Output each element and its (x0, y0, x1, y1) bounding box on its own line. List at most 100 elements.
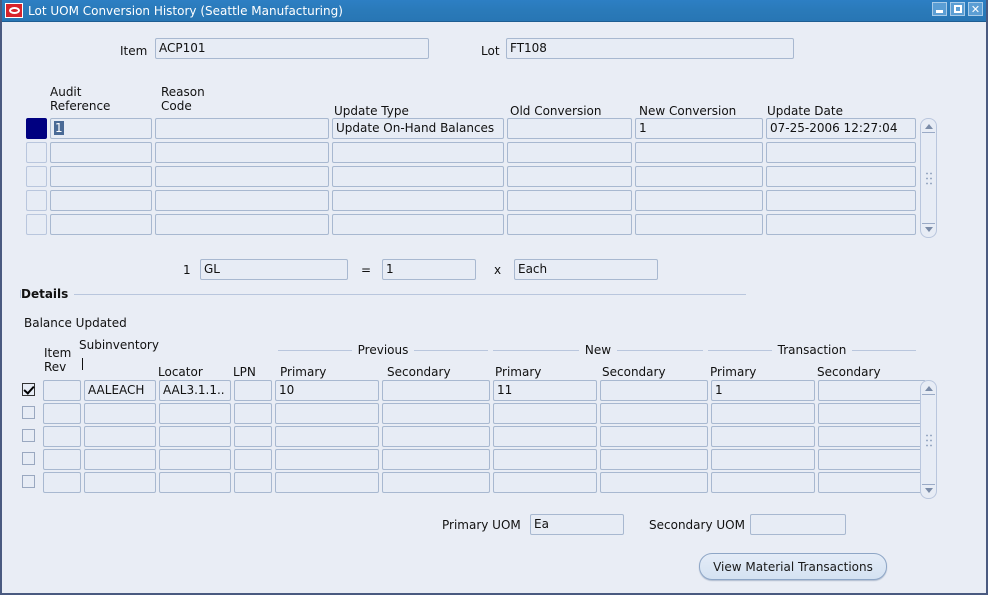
details-cell-locator[interactable] (159, 472, 231, 493)
history-cell-update-date[interactable] (766, 142, 916, 163)
details-cell-transaction-primary[interactable] (711, 426, 815, 447)
history-cell-old-conversion[interactable] (507, 190, 632, 211)
scroll-thumb-grip-icon[interactable] (925, 171, 932, 185)
history-cell-update-type[interactable] (332, 166, 504, 187)
history-cell-update-date[interactable]: 07-25-2006 12:27:04 (766, 118, 916, 139)
secondary-uom-field[interactable] (750, 514, 846, 535)
close-icon[interactable]: ✕ (968, 2, 983, 16)
record-indicator[interactable] (26, 166, 47, 187)
details-cell-previous-secondary[interactable] (382, 426, 490, 447)
details-cell-transaction-primary[interactable] (711, 472, 815, 493)
details-cell-item-rev[interactable] (43, 449, 81, 470)
details-cell-new-secondary[interactable] (600, 403, 708, 424)
history-row[interactable] (26, 166, 919, 190)
history-cell-audit-reference[interactable] (50, 214, 152, 235)
history-row[interactable]: 1 Update On-Hand Balances 1 07-25-2006 12:2… (26, 118, 919, 142)
details-row[interactable] (20, 426, 929, 449)
details-row[interactable] (20, 449, 929, 472)
scroll-thumb-grip-icon[interactable] (925, 432, 932, 447)
history-cell-reason-code[interactable] (155, 214, 329, 235)
details-cell-transaction-primary[interactable]: 1 (711, 380, 815, 401)
history-cell-update-type[interactable] (332, 142, 504, 163)
details-cell-previous-secondary[interactable] (382, 403, 490, 424)
conversion-quantity-field[interactable]: 1 (382, 259, 476, 280)
history-scroll-track[interactable] (922, 132, 935, 224)
history-cell-audit-reference[interactable] (50, 166, 152, 187)
history-cell-reason-code[interactable] (155, 190, 329, 211)
history-row[interactable] (26, 214, 919, 238)
details-row[interactable]: AALEACH AAL3.1.1.. 10 11 1 (20, 380, 929, 403)
details-cell-lpn[interactable] (234, 449, 272, 470)
balance-updated-checkbox[interactable] (22, 383, 35, 396)
history-cell-new-conversion[interactable] (635, 166, 763, 187)
details-row[interactable] (20, 472, 929, 495)
details-cell-lpn[interactable] (234, 472, 272, 493)
details-cell-new-primary[interactable] (493, 426, 597, 447)
details-scrollbar[interactable] (920, 380, 937, 499)
history-cell-update-date[interactable] (766, 214, 916, 235)
history-scrollbar[interactable] (920, 118, 937, 238)
details-cell-new-secondary[interactable] (600, 449, 708, 470)
details-cell-transaction-secondary[interactable] (818, 449, 926, 470)
details-cell-transaction-primary[interactable] (711, 403, 815, 424)
history-cell-old-conversion[interactable] (507, 118, 632, 139)
view-material-transactions-button[interactable]: View Material Transactions (699, 553, 887, 580)
details-cell-item-rev[interactable] (43, 380, 81, 401)
balance-updated-checkbox[interactable] (22, 475, 35, 488)
details-row[interactable] (20, 403, 929, 426)
details-cell-new-primary[interactable] (493, 472, 597, 493)
history-cell-new-conversion[interactable]: 1 (635, 118, 763, 139)
record-indicator[interactable] (26, 190, 47, 211)
details-cell-item-rev[interactable] (43, 472, 81, 493)
history-row[interactable] (26, 190, 919, 214)
history-row[interactable] (26, 142, 919, 166)
window-title-bar[interactable]: Lot UOM Conversion History (Seattle Manu… (2, 0, 986, 22)
details-cell-previous-primary[interactable] (275, 449, 379, 470)
history-cell-update-date[interactable] (766, 190, 916, 211)
history-cell-audit-reference[interactable]: 1 (50, 118, 152, 139)
minimize-icon[interactable] (932, 2, 947, 16)
details-cell-lpn[interactable] (234, 380, 272, 401)
details-cell-locator[interactable]: AAL3.1.1.. (159, 380, 231, 401)
details-cell-previous-primary[interactable]: 10 (275, 380, 379, 401)
details-cell-subinventory[interactable] (84, 426, 156, 447)
conversion-base-uom-field[interactable]: Each (514, 259, 658, 280)
history-cell-old-conversion[interactable] (507, 214, 632, 235)
record-indicator[interactable] (26, 118, 47, 139)
primary-uom-field[interactable]: Ea (530, 514, 624, 535)
details-cell-subinventory[interactable]: AALEACH (84, 380, 156, 401)
history-cell-reason-code[interactable] (155, 142, 329, 163)
history-cell-old-conversion[interactable] (507, 166, 632, 187)
details-cell-new-secondary[interactable] (600, 380, 708, 401)
details-cell-transaction-primary[interactable] (711, 449, 815, 470)
details-cell-previous-secondary[interactable] (382, 449, 490, 470)
details-cell-locator[interactable] (159, 449, 231, 470)
details-scroll-track[interactable] (922, 394, 935, 485)
history-cell-reason-code[interactable] (155, 166, 329, 187)
history-cell-new-conversion[interactable] (635, 142, 763, 163)
history-cell-new-conversion[interactable] (635, 214, 763, 235)
details-cell-item-rev[interactable] (43, 426, 81, 447)
details-cell-new-secondary[interactable] (600, 472, 708, 493)
details-cell-transaction-secondary[interactable] (818, 472, 926, 493)
details-cell-subinventory[interactable] (84, 449, 156, 470)
history-cell-new-conversion[interactable] (635, 190, 763, 211)
history-cell-reason-code[interactable] (155, 118, 329, 139)
history-cell-update-type[interactable] (332, 214, 504, 235)
history-cell-audit-reference[interactable] (50, 190, 152, 211)
history-cell-update-type[interactable] (332, 190, 504, 211)
balance-updated-checkbox[interactable] (22, 406, 35, 419)
scroll-up-arrow-icon[interactable] (922, 121, 935, 132)
details-cell-previous-primary[interactable] (275, 403, 379, 424)
record-indicator[interactable] (26, 214, 47, 235)
details-cell-item-rev[interactable] (43, 403, 81, 424)
details-cell-new-secondary[interactable] (600, 426, 708, 447)
details-cell-transaction-secondary[interactable] (818, 426, 926, 447)
details-cell-subinventory[interactable] (84, 403, 156, 424)
history-cell-update-date[interactable] (766, 166, 916, 187)
record-indicator[interactable] (26, 142, 47, 163)
details-cell-new-primary[interactable] (493, 449, 597, 470)
details-cell-new-primary[interactable] (493, 403, 597, 424)
details-cell-subinventory[interactable] (84, 472, 156, 493)
conversion-uom-field[interactable]: GL (200, 259, 348, 280)
